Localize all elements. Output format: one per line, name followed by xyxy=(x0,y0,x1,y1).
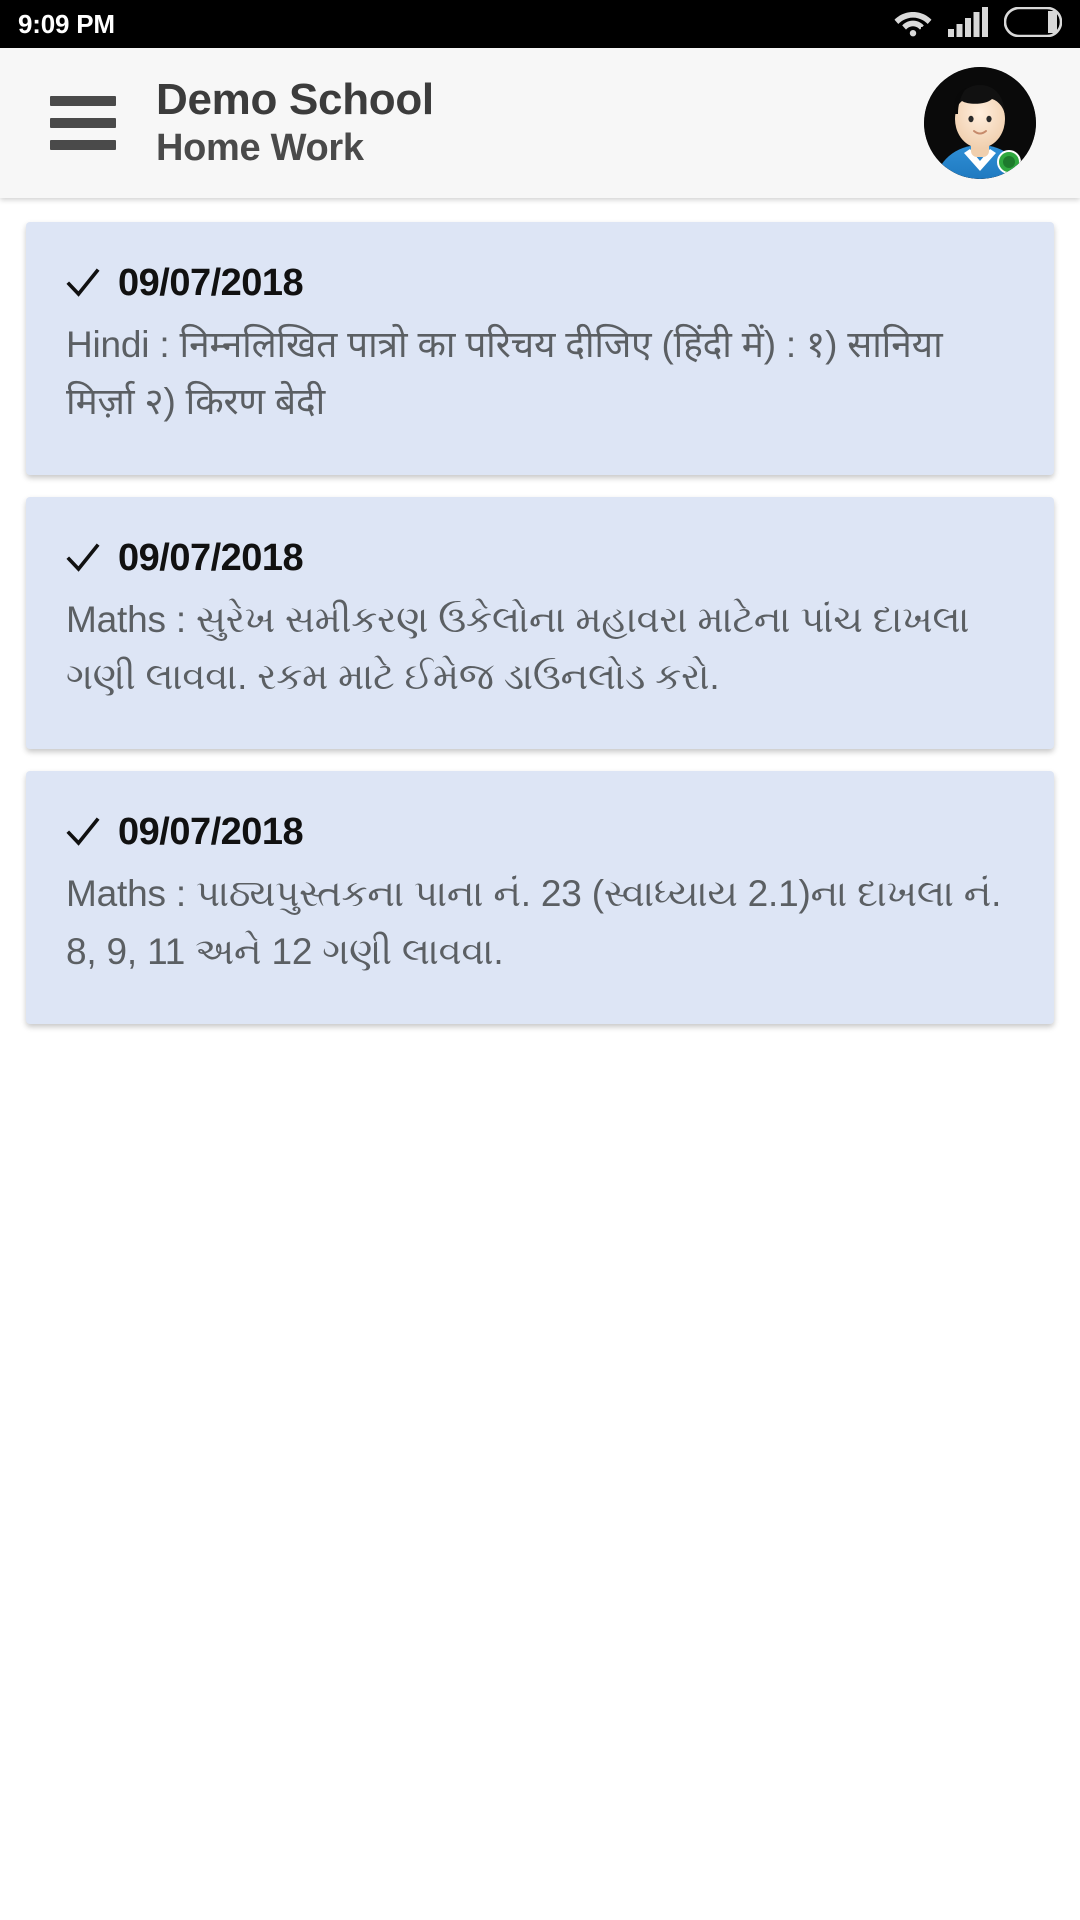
checkmark-icon xyxy=(66,266,100,300)
homework-description: Maths : પાઠ્યપુસ્તકના પાના નં. 23 (સ્વાધ… xyxy=(66,873,1002,972)
page-subtitle: Home Work xyxy=(156,127,364,170)
status-bar-clock: 9:09 PM xyxy=(18,9,115,39)
page-title: Demo School xyxy=(156,74,434,124)
status-bar-icons xyxy=(894,6,1063,42)
checkmark-icon xyxy=(66,815,100,849)
homework-list: 09/07/2018 Hindi : निम्नलिखित पात्रो का … xyxy=(0,198,1080,1920)
app-bar: Demo School Home Work xyxy=(0,48,1080,198)
homework-date: 09/07/2018 xyxy=(118,536,304,579)
wifi-icon xyxy=(894,7,932,42)
battery-icon xyxy=(1003,6,1063,42)
user-avatar[interactable] xyxy=(924,67,1036,179)
app-bar-titles: Demo School Home Work xyxy=(156,74,434,170)
checkmark-icon xyxy=(66,541,100,575)
cellular-signal-icon xyxy=(948,6,988,42)
homework-card[interactable]: 09/07/2018 Maths : સુરેખ સમીકરણ ઉકેલોના … xyxy=(26,496,1054,750)
status-bar: 9:09 PM xyxy=(0,0,1080,48)
hamburger-bar xyxy=(50,118,116,128)
homework-date: 09/07/2018 xyxy=(118,811,304,854)
homework-card-header: 09/07/2018 xyxy=(66,264,1014,302)
homework-date: 09/07/2018 xyxy=(118,262,304,304)
homework-card-header: 09/07/2018 xyxy=(66,539,1014,577)
homework-card[interactable]: 09/07/2018 Hindi : निम्नलिखित पात्रो का … xyxy=(26,222,1054,475)
homework-card[interactable]: 09/07/2018 Maths : પાઠ્યપુસ્તકના પાના નં… xyxy=(26,771,1054,1025)
homework-card-header: 09/07/2018 xyxy=(66,813,1014,851)
hamburger-bar xyxy=(50,140,116,150)
hamburger-bar xyxy=(50,96,116,106)
homework-description: Maths : સુરેખ સમીકરણ ઉકેલોના મહાવરા માટે… xyxy=(66,598,970,698)
avatar-image xyxy=(924,67,1036,179)
hamburger-menu-icon[interactable] xyxy=(50,96,116,150)
homework-description: Hindi : निम्नलिखित पात्रो का परिचय दीजिए… xyxy=(66,324,943,423)
